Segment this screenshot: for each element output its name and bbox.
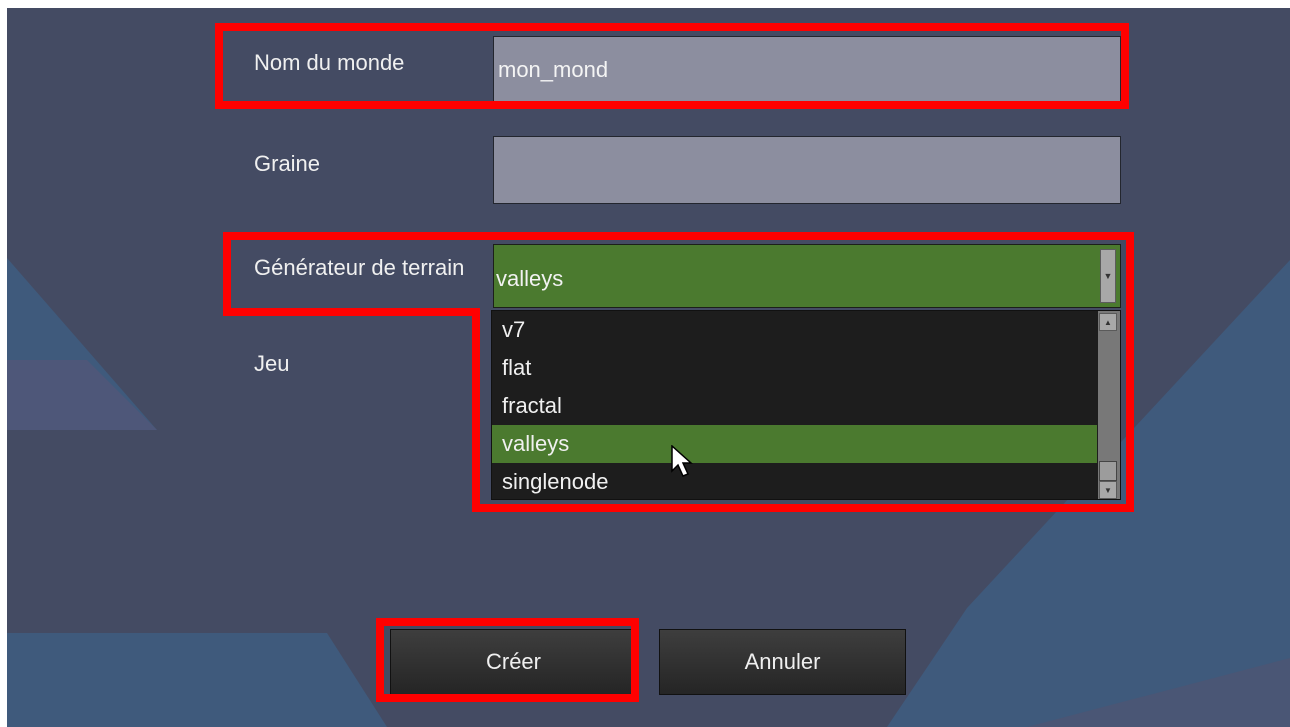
scrollbar-thumb[interactable] — [1099, 461, 1117, 481]
scroll-down-icon[interactable]: ▼ — [1099, 481, 1117, 499]
create-button[interactable]: Créer — [390, 629, 637, 695]
create-world-dialog: Nom du monde mon_mond Graine Générateur … — [7, 8, 1290, 727]
world-name-label: Nom du monde — [254, 50, 405, 75]
option-fractal[interactable]: fractal — [492, 387, 1097, 425]
game-label: Jeu — [254, 351, 290, 376]
option-singlenode[interactable]: singlenode — [492, 463, 1097, 501]
seed-input[interactable] — [493, 136, 1121, 204]
chevron-down-icon[interactable]: ▼ — [1100, 249, 1116, 303]
scroll-up-icon[interactable]: ▲ — [1099, 313, 1117, 331]
mapgen-options-list[interactable]: v7 flat fractal valleys singlenode ▲ ▼ — [491, 310, 1121, 500]
mapgen-dropdown[interactable]: valleys ▼ — [493, 244, 1121, 308]
option-valleys[interactable]: valleys — [492, 425, 1097, 463]
world-name-input[interactable]: mon_mond — [493, 36, 1121, 104]
option-flat[interactable]: flat — [492, 349, 1097, 387]
options-scrollbar[interactable]: ▲ ▼ — [1098, 311, 1120, 499]
mapgen-label: Générateur de terrain — [254, 255, 465, 280]
cancel-button[interactable]: Annuler — [659, 629, 906, 695]
seed-label: Graine — [254, 151, 321, 176]
option-v7[interactable]: v7 — [492, 311, 1097, 349]
mouse-cursor-icon — [671, 445, 693, 477]
mapgen-selected-value: valleys — [496, 266, 564, 291]
